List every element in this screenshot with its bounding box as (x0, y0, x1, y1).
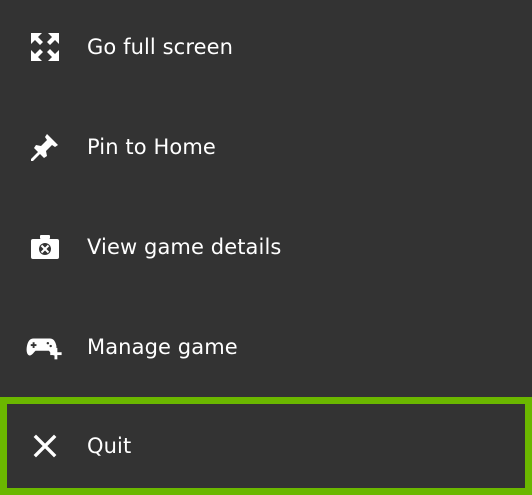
fullscreen-icon (26, 28, 64, 66)
game-details-icon (26, 228, 64, 266)
menu-item-label: View game details (87, 235, 282, 259)
menu-item-label: Quit (87, 434, 132, 458)
menu-item-pin-to-home[interactable]: Pin to Home (0, 97, 532, 197)
close-icon (26, 427, 64, 465)
menu-item-manage-game[interactable]: Manage game (0, 297, 532, 397)
menu-item-quit[interactable]: Quit (0, 397, 532, 495)
manage-game-icon (26, 328, 64, 366)
menu-item-label: Go full screen (87, 35, 234, 59)
menu-item-go-full-screen[interactable]: Go full screen (0, 0, 532, 97)
context-menu: Go full screen Pin to Home View game det… (0, 0, 532, 495)
menu-item-view-game-details[interactable]: View game details (0, 197, 532, 297)
pin-icon (26, 128, 64, 166)
menu-item-label: Manage game (87, 335, 238, 359)
menu-item-label: Pin to Home (87, 135, 216, 159)
